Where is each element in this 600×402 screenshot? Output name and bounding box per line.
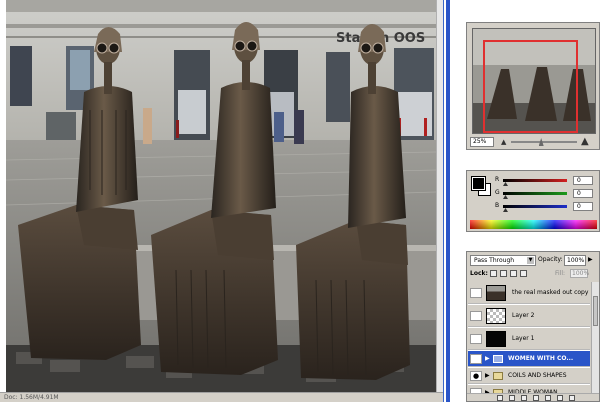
visibility-eye-icon[interactable]: ● — [470, 370, 482, 381]
channel-slider-thumb[interactable] — [503, 208, 508, 212]
layer-row[interactable]: Layer 1 — [468, 328, 590, 350]
visibility-eye-icon[interactable] — [470, 310, 482, 321]
document-status-text: Doc: 1.56M/4.91M — [4, 394, 59, 401]
channel-label: R — [495, 176, 500, 183]
layer-mask-icon[interactable] — [521, 395, 527, 401]
layers-panel: Pass Through ▼ Opacity: 100% ▶ Lock: Fil… — [466, 251, 600, 402]
expand-arrow-icon[interactable]: ▶ — [485, 355, 490, 362]
channel-slider[interactable] — [503, 205, 567, 208]
document-status-bar: Doc: 1.56M/4.91M — [0, 392, 443, 402]
color-spectrum-ramp[interactable] — [470, 220, 597, 229]
layer-group-row[interactable]: ● ▶ WOMEN WITH CO... — [468, 351, 590, 367]
folder-icon — [493, 371, 503, 380]
lock-image-icon[interactable] — [500, 270, 507, 277]
document-photo[interactable]: Station OOS — [6, 0, 436, 392]
color-channel-r: R0 — [495, 176, 599, 186]
document-canvas[interactable]: Station OOS — [0, 0, 443, 402]
channel-value-field[interactable]: 0 — [573, 202, 593, 211]
chevron-down-icon[interactable]: ▼ — [527, 257, 534, 264]
canvas-vertical-scrollbar[interactable] — [436, 0, 443, 392]
visibility-eye-icon[interactable] — [470, 287, 482, 298]
opacity-label: Opacity: — [538, 256, 563, 263]
layer-name: WOMEN WITH CO... — [508, 354, 574, 362]
lock-label: Lock: — [470, 270, 488, 277]
color-channel-b: B0 — [495, 202, 599, 212]
zoom-field[interactable]: 25% — [470, 137, 494, 147]
channel-value-field[interactable]: 0 — [573, 189, 593, 198]
folder-icon — [493, 354, 503, 363]
layer-list-scroll-thumb[interactable] — [593, 296, 598, 326]
new-layer-icon[interactable] — [557, 395, 563, 401]
new-group-icon[interactable] — [545, 395, 551, 401]
fill-label: Fill: — [555, 270, 566, 277]
layer-list: the real masked out copy Layer 2 Layer 1 ● ▶… — [468, 282, 590, 394]
visibility-eye-icon[interactable]: ● — [470, 353, 482, 364]
zoom-in-icon[interactable]: ▲ — [581, 136, 593, 148]
opacity-field[interactable]: 100% — [564, 255, 586, 266]
fill-field[interactable]: 100% — [570, 269, 589, 278]
layer-list-scrollbar[interactable] — [591, 282, 599, 394]
lock-all-icon[interactable] — [520, 270, 527, 277]
lock-position-icon[interactable] — [510, 270, 517, 277]
layer-name: COILS AND SHAPES — [508, 371, 567, 379]
blend-mode-select[interactable]: Pass Through ▼ — [470, 255, 536, 266]
layer-group-row[interactable]: ● ▶ COILS AND SHAPES — [468, 368, 590, 384]
layer-thumbnail — [486, 285, 506, 301]
channel-value-field[interactable]: 0 — [573, 176, 593, 185]
lock-transparency-icon[interactable] — [490, 270, 497, 277]
visibility-eye-icon[interactable] — [470, 333, 482, 344]
navigator-view-box[interactable] — [483, 40, 578, 133]
adjustment-layer-icon[interactable] — [533, 395, 539, 401]
layer-name: Layer 2 — [512, 311, 535, 319]
channel-label: B — [495, 202, 500, 209]
navigator-panel: 25% ▲ ▲ — [466, 22, 600, 150]
channel-label: G — [495, 189, 500, 196]
channel-slider-thumb[interactable] — [503, 182, 508, 186]
layer-style-icon[interactable] — [509, 395, 515, 401]
lock-row: Lock: Fill: 100% — [470, 269, 598, 279]
color-channel-g: G0 — [495, 189, 599, 199]
channel-slider[interactable] — [503, 179, 567, 182]
palette-dock: 25% ▲ ▲ R0G0B0 Pass Through ▼ Opacity: 1… — [463, 0, 600, 402]
layers-footer — [467, 393, 599, 401]
zoom-slider[interactable] — [511, 141, 577, 143]
opacity-arrow-icon[interactable]: ▶ — [588, 256, 593, 263]
blend-mode-value: Pass Through — [474, 257, 515, 264]
layer-name: Layer 1 — [512, 334, 535, 342]
navigator-zoom-bar: 25% ▲ ▲ — [467, 135, 599, 149]
foreground-color-swatch[interactable] — [471, 176, 486, 191]
zoom-out-icon[interactable]: ▲ — [501, 138, 509, 146]
channel-slider[interactable] — [503, 192, 567, 195]
window-edge — [446, 0, 450, 402]
layer-thumbnail — [486, 331, 506, 347]
channel-slider-thumb[interactable] — [503, 195, 508, 199]
navigator-thumbnail[interactable] — [472, 28, 596, 134]
trash-icon[interactable] — [569, 395, 575, 401]
link-layers-icon[interactable] — [497, 395, 503, 401]
layer-name: the real masked out copy — [512, 288, 589, 296]
expand-arrow-icon[interactable]: ▶ — [485, 372, 490, 379]
layer-row[interactable]: Layer 2 — [468, 305, 590, 327]
layer-thumbnail — [486, 308, 506, 324]
color-panel: R0G0B0 — [466, 170, 600, 232]
layer-row[interactable]: the real masked out copy — [468, 282, 590, 304]
